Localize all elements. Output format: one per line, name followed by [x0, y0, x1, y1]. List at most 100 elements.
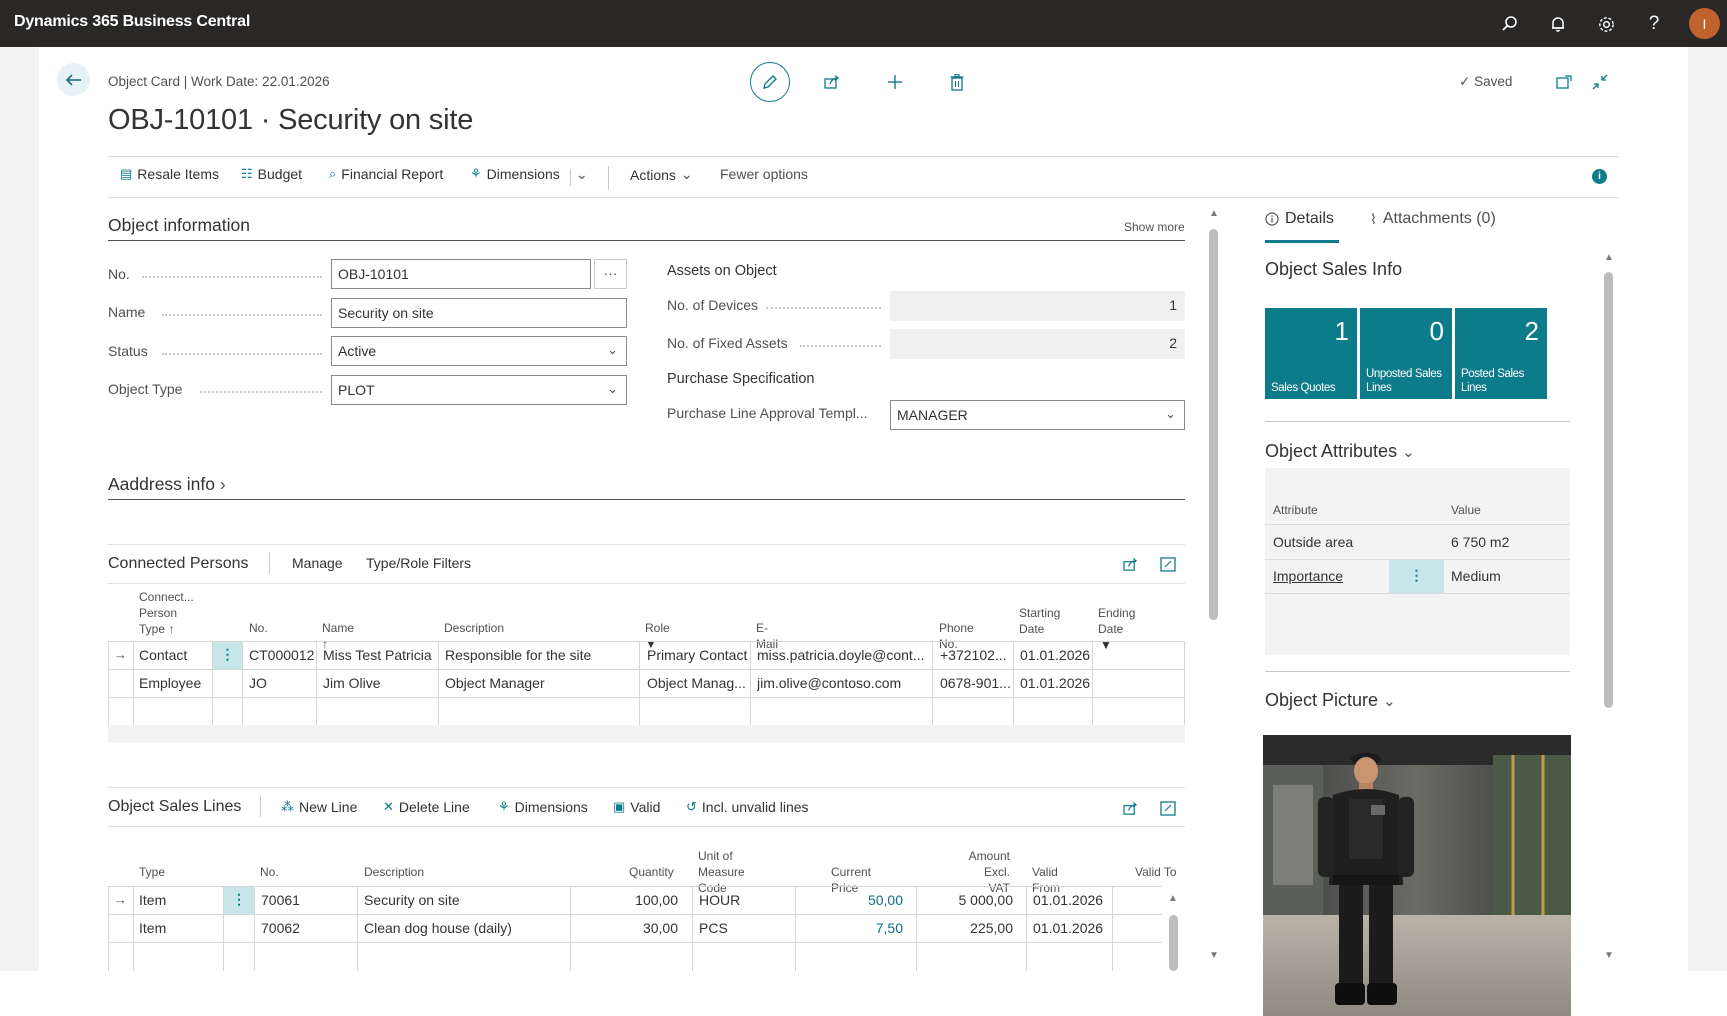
fixed-assets-value[interactable]: 2 — [890, 329, 1185, 359]
col-header-quantity[interactable]: Quantity — [629, 864, 674, 880]
col-header-no[interactable]: No. — [260, 864, 279, 880]
scroll-down-arrow[interactable]: ▼ — [1209, 950, 1219, 961]
col-header-type[interactable]: Type — [139, 864, 165, 880]
table-cell-current-price[interactable]: 7,50 — [797, 920, 903, 936]
app-title[interactable]: Dynamics 365 Business Central — [14, 13, 250, 31]
lookup-button[interactable]: ··· — [594, 259, 627, 289]
col-header-type[interactable]: Connect... Person Type ↑ — [139, 589, 194, 637]
new-line-action[interactable]: ⁂ New Line — [281, 799, 357, 815]
posted-sales-lines-tile[interactable]: 2 Posted Sales Lines — [1455, 308, 1547, 399]
budget-action[interactable]: ☷ Budget — [241, 166, 302, 182]
table-cell-type[interactable]: Contact — [139, 647, 211, 663]
back-button[interactable] — [57, 63, 90, 96]
table-cell-name[interactable]: Miss Test Patricia — [323, 647, 437, 663]
tab-attachments[interactable]: ⌇ Attachments (0) — [1370, 210, 1496, 228]
table-cell-quantity[interactable]: 30,00 — [572, 920, 678, 936]
devices-value[interactable]: 1 — [890, 291, 1185, 321]
search-icon[interactable] — [1496, 10, 1524, 38]
edit-button[interactable] — [750, 62, 790, 102]
unposted-sales-lines-tile[interactable]: 0 Unposted Sales Lines — [1360, 308, 1452, 399]
grid-scrollbar[interactable] — [1169, 915, 1178, 971]
actions-menu[interactable]: Actions ⌄ — [630, 166, 693, 183]
table-cell-description[interactable]: Clean dog house (daily) — [364, 920, 569, 936]
sales-dimensions-action[interactable]: ⚘ Dimensions — [498, 799, 588, 815]
table-cell-type[interactable]: Item — [139, 920, 222, 936]
table-cell-phone[interactable]: +372102... — [940, 647, 1012, 663]
table-cell-uom[interactable]: PCS — [699, 920, 794, 936]
table-cell-current-price[interactable]: 50,00 — [797, 892, 903, 908]
scroll-down-arrow[interactable]: ▼ — [1604, 950, 1614, 961]
resale-items-action[interactable]: ▤ Resale Items — [120, 166, 219, 182]
table-cell-no[interactable]: JO — [249, 675, 315, 691]
show-more-link[interactable]: Show more — [1124, 220, 1185, 234]
delete-button[interactable] — [945, 70, 969, 94]
scroll-up-arrow[interactable]: ▲ — [1168, 893, 1178, 904]
attributes-title[interactable]: Object Attributes ⌄ — [1265, 441, 1415, 462]
row-menu-button[interactable]: ⋮ — [213, 642, 242, 669]
expand-icon[interactable] — [1158, 798, 1178, 818]
connected-persons-title[interactable]: Connected Persons — [108, 555, 249, 573]
scroll-up-arrow[interactable]: ▲ — [1209, 208, 1219, 219]
table-cell-uom[interactable]: HOUR — [699, 892, 794, 908]
share-button[interactable] — [820, 70, 844, 94]
table-cell-valid-from[interactable]: 01.01.2026 — [1033, 920, 1111, 936]
table-cell-no[interactable]: 70062 — [261, 920, 356, 936]
table-cell-description[interactable]: Object Manager — [445, 675, 638, 691]
new-button[interactable] — [883, 70, 907, 94]
col-header-valid-to[interactable]: Valid To — [1135, 864, 1185, 880]
table-cell-type[interactable]: Employee — [139, 675, 211, 691]
col-header-uom[interactable]: Unit of Measure Code — [698, 848, 745, 896]
row-menu-button[interactable]: ⋮ — [224, 887, 254, 914]
share-icon[interactable] — [1120, 554, 1140, 574]
info-icon[interactable]: i — [1592, 169, 1607, 184]
col-header-amount[interactable]: Amount Excl. VAT — [940, 848, 1010, 896]
attr-row-menu-button[interactable]: ⋮ — [1389, 560, 1444, 593]
content-scrollbar[interactable] — [1209, 229, 1218, 620]
name-field[interactable]: Security on site — [331, 298, 627, 328]
table-cell-phone[interactable]: 0678-901... — [940, 675, 1012, 691]
factbox-scrollbar[interactable] — [1604, 272, 1613, 708]
address-info-heading[interactable]: Aaddress info › — [108, 474, 226, 495]
help-icon[interactable]: ? — [1640, 10, 1668, 38]
tab-details[interactable]: Details — [1265, 210, 1334, 228]
table-cell-name[interactable]: Jim Olive — [323, 675, 437, 691]
table-cell-starting-date[interactable]: 01.01.2026 — [1020, 675, 1092, 691]
bell-icon[interactable] — [1544, 10, 1572, 38]
col-header-starting-date[interactable]: Starting Date — [1019, 605, 1060, 637]
manage-action[interactable]: Manage — [292, 555, 343, 571]
col-header-ending-date[interactable]: Ending Date ▼ — [1098, 605, 1135, 653]
dimensions-action[interactable]: ⚘ Dimensions — [470, 166, 560, 182]
open-new-window-button[interactable] — [1552, 70, 1576, 94]
type-role-filters-action[interactable]: Type/Role Filters — [366, 555, 471, 571]
table-cell-no[interactable]: CT000012 — [249, 647, 315, 663]
table-cell-starting-date[interactable]: 01.01.2026 — [1020, 647, 1092, 663]
object-information-heading[interactable]: Object information — [108, 215, 250, 236]
fewer-options-action[interactable]: Fewer options — [720, 166, 808, 182]
table-cell-email[interactable]: jim.olive@contoso.com — [757, 675, 931, 691]
table-cell-email[interactable]: miss.patricia.doyle@cont... — [757, 647, 931, 663]
incl-invalid-action[interactable]: ↺ Incl. unvalid lines — [686, 799, 809, 815]
col-header-description[interactable]: Description — [364, 864, 424, 880]
delete-line-action[interactable]: ✕ Delete Line — [383, 799, 470, 815]
scroll-up-arrow[interactable]: ▲ — [1604, 252, 1614, 263]
picture-title[interactable]: Object Picture ⌄ — [1265, 690, 1396, 711]
expand-icon[interactable] — [1158, 554, 1178, 574]
col-header-no[interactable]: No. — [249, 620, 268, 636]
gear-icon[interactable] — [1592, 10, 1620, 38]
no-field[interactable]: OBJ-10101 — [331, 259, 591, 289]
table-cell-amount[interactable]: 225,00 — [918, 920, 1013, 936]
sales-quotes-tile[interactable]: 1 Sales Quotes — [1265, 308, 1357, 399]
table-cell-amount[interactable]: 5 000,00 — [918, 892, 1014, 908]
table-cell-description[interactable]: Responsible for the site — [445, 647, 638, 663]
table-cell-no[interactable]: 70061 — [261, 892, 356, 908]
avatar[interactable]: I — [1689, 8, 1720, 39]
object-type-select[interactable]: PLOT ⌄ — [331, 375, 627, 405]
attr-name-link[interactable]: Importance — [1273, 568, 1343, 584]
table-cell-valid-from[interactable]: 01.01.2026 — [1033, 892, 1111, 908]
table-cell-quantity[interactable]: 100,00 — [572, 892, 678, 908]
sales-lines-title[interactable]: Object Sales Lines — [108, 798, 241, 816]
collapse-button[interactable] — [1588, 70, 1612, 94]
table-cell-role[interactable]: Primary Contact — [647, 647, 749, 663]
col-header-description[interactable]: Description — [444, 620, 504, 636]
share-icon[interactable] — [1120, 798, 1140, 818]
